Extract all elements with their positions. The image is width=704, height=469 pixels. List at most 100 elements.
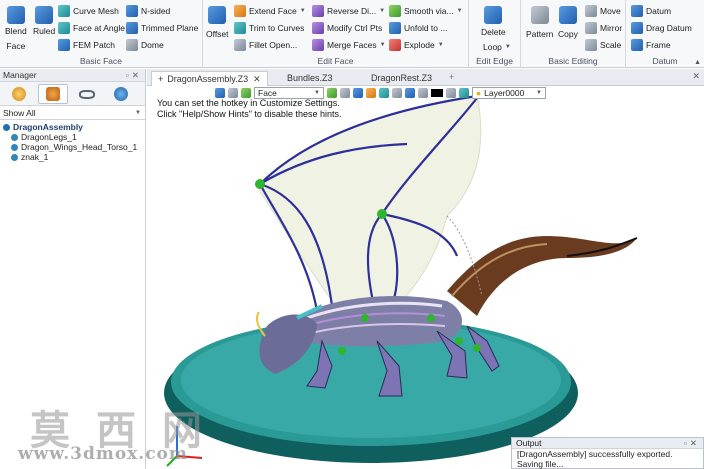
smooth-via-icon bbox=[389, 5, 401, 17]
explode-button[interactable]: Explode ▼ bbox=[389, 39, 444, 51]
group-label-basic-face: Basic Face bbox=[79, 56, 123, 66]
render-icon bbox=[114, 87, 128, 101]
extend-face-button[interactable]: Extend Face ▼ bbox=[234, 5, 306, 17]
trimmed-plane-label: Trimmed Plane bbox=[141, 23, 199, 33]
new-tab-icon[interactable]: + bbox=[449, 72, 454, 82]
material-icon[interactable] bbox=[459, 88, 469, 98]
dragon-scene[interactable] bbox=[147, 86, 704, 469]
grid-icon[interactable] bbox=[418, 88, 428, 98]
tab-dragon-assembly[interactable]: + DragonAssembly.Z3 ✕ bbox=[151, 71, 268, 86]
output-panel: Output ▫✕ [DragonAssembly] successfully … bbox=[511, 437, 704, 469]
extend-face-dropdown-icon[interactable]: ▼ bbox=[300, 8, 306, 14]
trim-to-curves-button[interactable]: Trim to Curves bbox=[234, 22, 304, 34]
tab-history[interactable] bbox=[4, 84, 34, 104]
group-datum: Datum Drag Datum Frame Datum ▲ bbox=[626, 0, 704, 68]
loop-button[interactable]: Loop ▼ bbox=[483, 42, 511, 52]
fem-patch-button[interactable]: FEM Patch bbox=[58, 39, 115, 51]
ruled-button[interactable]: Ruled bbox=[33, 6, 55, 36]
scale-button[interactable]: Scale bbox=[585, 39, 621, 51]
smooth-via-label: Smooth via... bbox=[404, 6, 454, 16]
group-basic-face: Blend Face Ruled Curve Mesh N-sided Face… bbox=[0, 0, 203, 68]
output-title-bar: Output ▫✕ bbox=[512, 438, 703, 449]
group-label-datum: Datum bbox=[652, 56, 678, 66]
face-at-angle-button[interactable]: Face at Angle bbox=[58, 22, 125, 34]
loop-dropdown-icon[interactable]: ▼ bbox=[505, 44, 511, 50]
tree-item-root[interactable]: DragonAssembly bbox=[3, 122, 145, 132]
frame-button[interactable]: Frame bbox=[631, 39, 671, 51]
reverse-dir-icon bbox=[312, 5, 324, 17]
assembly-tree: DragonAssembly DragonLegs_1 Dragon_Wings… bbox=[0, 120, 145, 162]
offset-button[interactable]: Offset bbox=[206, 6, 229, 39]
render-mode-icon[interactable] bbox=[353, 88, 363, 98]
fem-patch-icon bbox=[58, 39, 70, 51]
explode-dropdown-icon[interactable]: ▼ bbox=[438, 42, 444, 48]
tree-item-znak[interactable]: znak_1 bbox=[3, 152, 145, 162]
mirror-button[interactable]: Mirror bbox=[585, 22, 622, 34]
output-line: [DragonAssembly] successfully exported. bbox=[517, 449, 673, 459]
tree-item-label: DragonLegs_1 bbox=[21, 132, 77, 142]
tree-item-dragon-wings[interactable]: Dragon_Wings_Head_Torso_1 bbox=[3, 142, 145, 152]
filter-dropdown[interactable]: Show All ▼ bbox=[0, 106, 145, 120]
smart-pick-icon[interactable] bbox=[327, 88, 337, 98]
reverse-dir-button[interactable]: Reverse Di... ▼ bbox=[312, 5, 385, 17]
tab-assembly[interactable] bbox=[38, 84, 68, 104]
merge-faces-dropdown-icon[interactable]: ▼ bbox=[380, 42, 386, 48]
3d-viewport[interactable]: You can set the hotkey in Customize Sett… bbox=[147, 86, 704, 469]
output-pin-close-icon[interactable]: ▫✕ bbox=[684, 438, 700, 449]
pick-filter-select[interactable]: Face ▼ bbox=[254, 87, 324, 99]
manager-pin-close-icon[interactable]: ▫✕ bbox=[126, 69, 142, 82]
part-node-icon bbox=[11, 133, 18, 141]
tab-render[interactable] bbox=[106, 84, 136, 104]
layer-select[interactable]: ● Layer0000 ▼ bbox=[472, 87, 546, 99]
blend-button[interactable]: Blend Face bbox=[5, 6, 27, 51]
tab-label: Bundles.Z3 bbox=[287, 73, 333, 83]
close-document-icon[interactable]: ✕ bbox=[692, 71, 700, 82]
trimmed-plane-button[interactable]: Trimmed Plane bbox=[126, 22, 198, 34]
curve-mesh-label: Curve Mesh bbox=[73, 6, 119, 16]
selection-icon[interactable] bbox=[241, 88, 251, 98]
lightbulb-icon: ● bbox=[476, 88, 482, 98]
color-swatch[interactable] bbox=[431, 89, 443, 97]
unfold-to-button[interactable]: Unfold to ... bbox=[389, 22, 447, 34]
pattern-button[interactable]: Pattern bbox=[526, 6, 553, 39]
offset-icon bbox=[208, 6, 227, 24]
curve-mesh-button[interactable]: Curve Mesh bbox=[58, 5, 119, 17]
tab-bundles[interactable]: Bundles.Z3 bbox=[281, 71, 339, 86]
camera-icon[interactable] bbox=[405, 88, 415, 98]
move-button[interactable]: Move bbox=[585, 5, 621, 17]
filter-icon[interactable] bbox=[228, 88, 238, 98]
unfold-to-icon bbox=[389, 22, 401, 34]
close-tab-icon[interactable]: ✕ bbox=[253, 74, 261, 84]
line-style-icon[interactable] bbox=[446, 88, 456, 98]
fillet-open-button[interactable]: Fillet Open... bbox=[234, 39, 297, 51]
tab-view[interactable] bbox=[72, 84, 102, 104]
zoom-fit-icon[interactable] bbox=[392, 88, 402, 98]
tab-label: DragonAssembly.Z3 bbox=[167, 74, 249, 84]
datum-button[interactable]: Datum bbox=[631, 5, 671, 17]
copy-button[interactable]: Copy bbox=[558, 6, 578, 39]
pin-icon: + bbox=[158, 74, 164, 84]
smooth-via-dropdown-icon[interactable]: ▼ bbox=[457, 8, 463, 14]
smooth-via-button[interactable]: Smooth via... ▼ bbox=[389, 5, 463, 17]
watermark-url: www.3dmox.com bbox=[18, 444, 188, 464]
drag-datum-button[interactable]: Drag Datum bbox=[631, 22, 692, 34]
delete-button[interactable]: Delete bbox=[481, 6, 506, 37]
merge-faces-button[interactable]: Merge Faces ▼ bbox=[312, 39, 386, 51]
trim-to-curves-label: Trim to Curves bbox=[249, 23, 305, 33]
shading-icon[interactable] bbox=[366, 88, 376, 98]
ribbon-collapse-icon[interactable]: ▲ bbox=[694, 59, 701, 66]
explode-label: Explode bbox=[404, 40, 435, 50]
reverse-dir-dropdown-icon[interactable]: ▼ bbox=[379, 8, 385, 14]
tree-item-dragon-legs[interactable]: DragonLegs_1 bbox=[3, 132, 145, 142]
tab-dragon-rest[interactable]: DragonRest.Z3 bbox=[365, 71, 438, 86]
face-at-angle-icon bbox=[58, 22, 70, 34]
n-sided-button[interactable]: N-sided bbox=[126, 5, 170, 17]
copy-label: Copy bbox=[558, 29, 578, 39]
filter-chevron-icon: ▼ bbox=[135, 110, 141, 116]
dome-button[interactable]: Dome bbox=[126, 39, 164, 51]
display-icon[interactable] bbox=[379, 88, 389, 98]
pick-icon[interactable] bbox=[215, 88, 225, 98]
modify-ctrl-pts-button[interactable]: Modify Ctrl Pts bbox=[312, 22, 382, 34]
offset-label: Offset bbox=[206, 29, 229, 39]
view-cube-icon[interactable] bbox=[340, 88, 350, 98]
